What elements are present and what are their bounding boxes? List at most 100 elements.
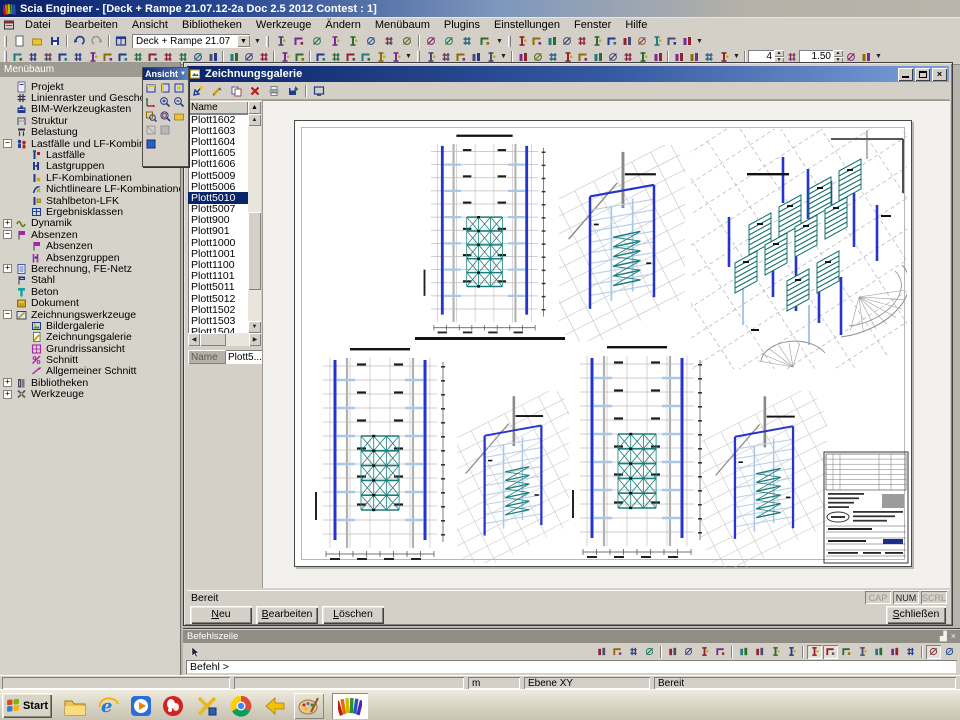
snap-tangent-icon[interactable] (887, 645, 902, 659)
start-button[interactable]: Start (2, 693, 52, 718)
tree-item-allgemeiner-schnitt[interactable]: Allgemeiner Schnitt (3, 366, 180, 377)
plot-list-item[interactable]: Plott5006 (188, 181, 248, 192)
scroll-down-button[interactable]: ▼ (248, 321, 261, 333)
tree-item-absenzen[interactable]: −Absenzen (3, 229, 180, 240)
zoom-doc-icon[interactable] (440, 34, 458, 48)
tree-item-zeichnungswerkzeuge[interactable]: −Zeichnungswerkzeuge (3, 309, 180, 320)
grid-table-icon[interactable] (458, 34, 476, 48)
menu-item-fenster[interactable]: Fenster (567, 18, 618, 33)
collapse-minus-icon[interactable]: − (3, 310, 12, 319)
command-input[interactable]: Befehl > (186, 660, 957, 674)
scroll-thumb[interactable] (248, 212, 261, 290)
frame-tool-icon-2[interactable] (529, 34, 544, 48)
tree-item-bildergalerie[interactable]: Bildergalerie (3, 320, 180, 331)
plot-list-item[interactable]: Plott1001 (188, 248, 248, 259)
tree-item-bibliotheken[interactable]: +Bibliotheken (3, 377, 180, 388)
mesh-view-icon[interactable] (362, 34, 380, 48)
view-top-icon[interactable] (172, 81, 186, 95)
remote-arrows-icon[interactable] (260, 693, 290, 719)
new-document-icon[interactable] (10, 34, 28, 48)
menu-item-ansicht[interactable]: Ansicht (125, 18, 175, 33)
tree-item-schnitt[interactable]: Schnitt (3, 354, 180, 365)
menu-item-menbaum[interactable]: Menübaum (368, 18, 437, 33)
snap-mid-icon[interactable] (823, 645, 838, 659)
document-window-icon[interactable] (0, 18, 18, 32)
property-name-value[interactable]: Plott5... (226, 350, 262, 364)
open-folder-icon[interactable] (28, 34, 46, 48)
copy-icon[interactable] (227, 84, 245, 98)
frame-tool-icon-7[interactable] (604, 34, 619, 48)
cursor-icon[interactable] (186, 645, 204, 659)
lasso-icon[interactable] (713, 645, 728, 659)
plot-list[interactable]: Plott1602Plott1603Plott1604Plott1605Plot… (188, 114, 248, 333)
zoom-in-icon[interactable] (158, 95, 172, 109)
toolbar-more-button[interactable]: ▼ (252, 35, 263, 48)
plot-list-item[interactable]: Plott5011 (188, 282, 248, 293)
axes-icon[interactable] (144, 95, 158, 109)
window-layout-icon[interactable] (112, 34, 130, 48)
chevron-down-icon[interactable]: ▼ (180, 71, 186, 77)
expand-plus-icon[interactable]: + (3, 219, 12, 228)
gallery-titlebar[interactable]: Zeichnungsgalerie × (187, 66, 949, 82)
menu-item-einstellungen[interactable]: Einstellungen (487, 18, 567, 33)
snap-perp-icon[interactable] (839, 645, 854, 659)
close-dialog-button[interactable]: Schließen (886, 606, 946, 624)
plot-list-horizontal-scrollbar[interactable]: ◀ ▶ (188, 333, 261, 346)
sort-ascending-button[interactable]: ▲ (248, 101, 261, 114)
collapse-minus-icon[interactable]: − (3, 230, 12, 239)
edit-button[interactable]: Bearbeiten (256, 606, 318, 624)
menu-item-datei[interactable]: Datei (18, 18, 58, 33)
expand-plus-icon[interactable]: + (3, 378, 12, 387)
pin-icon[interactable]: ▟ (940, 631, 947, 642)
render-icon[interactable] (144, 137, 158, 151)
scroll-thumb[interactable] (200, 333, 226, 346)
maximize-button[interactable] (915, 68, 930, 81)
plot-list-item[interactable]: Plott1100 (188, 259, 248, 270)
plot-list-item[interactable]: Plott1502 (188, 304, 248, 315)
media-player-icon[interactable] (126, 693, 156, 719)
paint-icon[interactable] (422, 34, 440, 48)
menu-item-hilfe[interactable]: Hilfe (618, 18, 654, 33)
window-view-icon[interactable] (398, 34, 416, 48)
plot-list-item[interactable]: Plott1101 (188, 271, 248, 282)
snap-point-icon[interactable] (736, 645, 751, 659)
command-line-header[interactable]: Befehlszeile ▟ × (183, 630, 960, 643)
tree-item-grundrissansicht[interactable]: Grundrissansicht (3, 343, 180, 354)
collapse-minus-icon[interactable]: − (3, 139, 12, 148)
zoom-window-icon[interactable] (144, 109, 158, 123)
plot-list-item[interactable]: Plott1606 (188, 159, 248, 170)
paint-palette-icon[interactable] (294, 693, 324, 719)
menu-item-werkzeuge[interactable]: Werkzeuge (249, 18, 318, 33)
snap-line-icon[interactable] (768, 645, 783, 659)
tree-item-dokument[interactable]: Dokument (3, 297, 180, 308)
frame-tool-icon-12[interactable] (679, 34, 694, 48)
internet-explorer-icon[interactable]: e (94, 693, 124, 719)
menu-item-bibliotheken[interactable]: Bibliotheken (175, 18, 249, 33)
toolbar-more-button[interactable]: ▼ (494, 35, 505, 48)
scroll-up-button[interactable]: ▲ (248, 114, 261, 126)
delete-button[interactable]: Löschen (322, 606, 384, 624)
frame-tool-icon-3[interactable] (544, 34, 559, 48)
explorer-folder-icon[interactable] (60, 693, 90, 719)
chrome-icon[interactable] (226, 693, 256, 719)
snap-end-icon[interactable] (807, 645, 822, 659)
clip-view-icon[interactable] (326, 34, 344, 48)
select-icon[interactable] (665, 645, 680, 659)
preview-icon[interactable] (310, 84, 328, 98)
undo-icon[interactable] (70, 34, 88, 48)
print-icon[interactable] (265, 84, 283, 98)
plot-list-item[interactable]: Plott5009 (188, 170, 248, 181)
select-add-icon[interactable] (681, 645, 696, 659)
tree-item-absenzgruppen[interactable]: Absenzgruppen (3, 252, 180, 263)
gallery-image-icon[interactable] (308, 34, 326, 48)
deselect-icon[interactable] (697, 645, 712, 659)
zoom-all-icon[interactable] (158, 109, 172, 123)
edit-pencil-icon[interactable] (208, 84, 226, 98)
view-palette-titlebar[interactable]: Ansicht ▼ (143, 68, 188, 80)
snap-grid-icon[interactable] (752, 645, 767, 659)
expand-plus-icon[interactable]: + (3, 390, 12, 399)
frame-tool-icon-8[interactable] (619, 34, 634, 48)
plot-list-item[interactable]: Plott900 (188, 215, 248, 226)
snap-ortho-icon[interactable] (871, 645, 886, 659)
plot-list-item[interactable]: Plott1605 (188, 148, 248, 159)
